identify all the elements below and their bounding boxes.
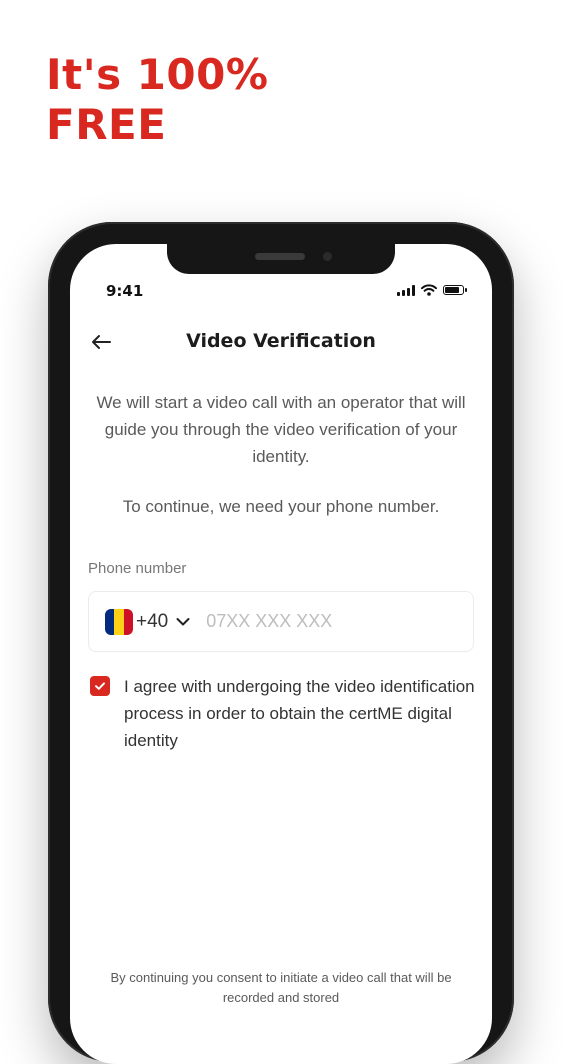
romania-flag-icon [105, 608, 133, 635]
phone-mockup: 9:41 Video Verification We will start a … [48, 222, 514, 1064]
page-title: Video Verification [186, 330, 376, 352]
agreement-text: I agree with undergoing the video identi… [124, 677, 475, 750]
phone-number-field: +40 [88, 591, 474, 652]
agreement-checkbox[interactable] [90, 676, 110, 696]
battery-level [445, 287, 460, 293]
status-icons [397, 284, 467, 296]
phone-number-label: Phone number [88, 560, 187, 577]
intro-text: We will start a video call with an opera… [96, 393, 466, 466]
phone-screen: 9:41 Video Verification We will start a … [70, 244, 492, 1064]
promo-line-1: It's 100% [46, 50, 269, 99]
promo-line-2: FREE [46, 100, 167, 149]
status-time: 9:41 [106, 282, 144, 300]
promo-headline: It's 100% FREE [46, 50, 268, 150]
phone-number-input[interactable] [204, 610, 379, 633]
front-camera [323, 252, 332, 261]
cellular-signal-icon [397, 284, 415, 296]
consent-notice: By continuing you consent to initiate a … [110, 970, 452, 1005]
agreement-row: I agree with undergoing the video identi… [90, 673, 476, 754]
phone-notch [167, 244, 395, 274]
country-code-selector[interactable]: +40 [105, 608, 190, 635]
wifi-icon [421, 284, 437, 296]
country-code: +40 [136, 610, 169, 632]
chevron-down-icon [176, 617, 190, 625]
battery-icon [443, 285, 467, 295]
speaker-grille [255, 253, 305, 260]
phone-required-text: To continue, we need your phone number. [122, 497, 440, 516]
checkmark-icon [95, 682, 105, 690]
